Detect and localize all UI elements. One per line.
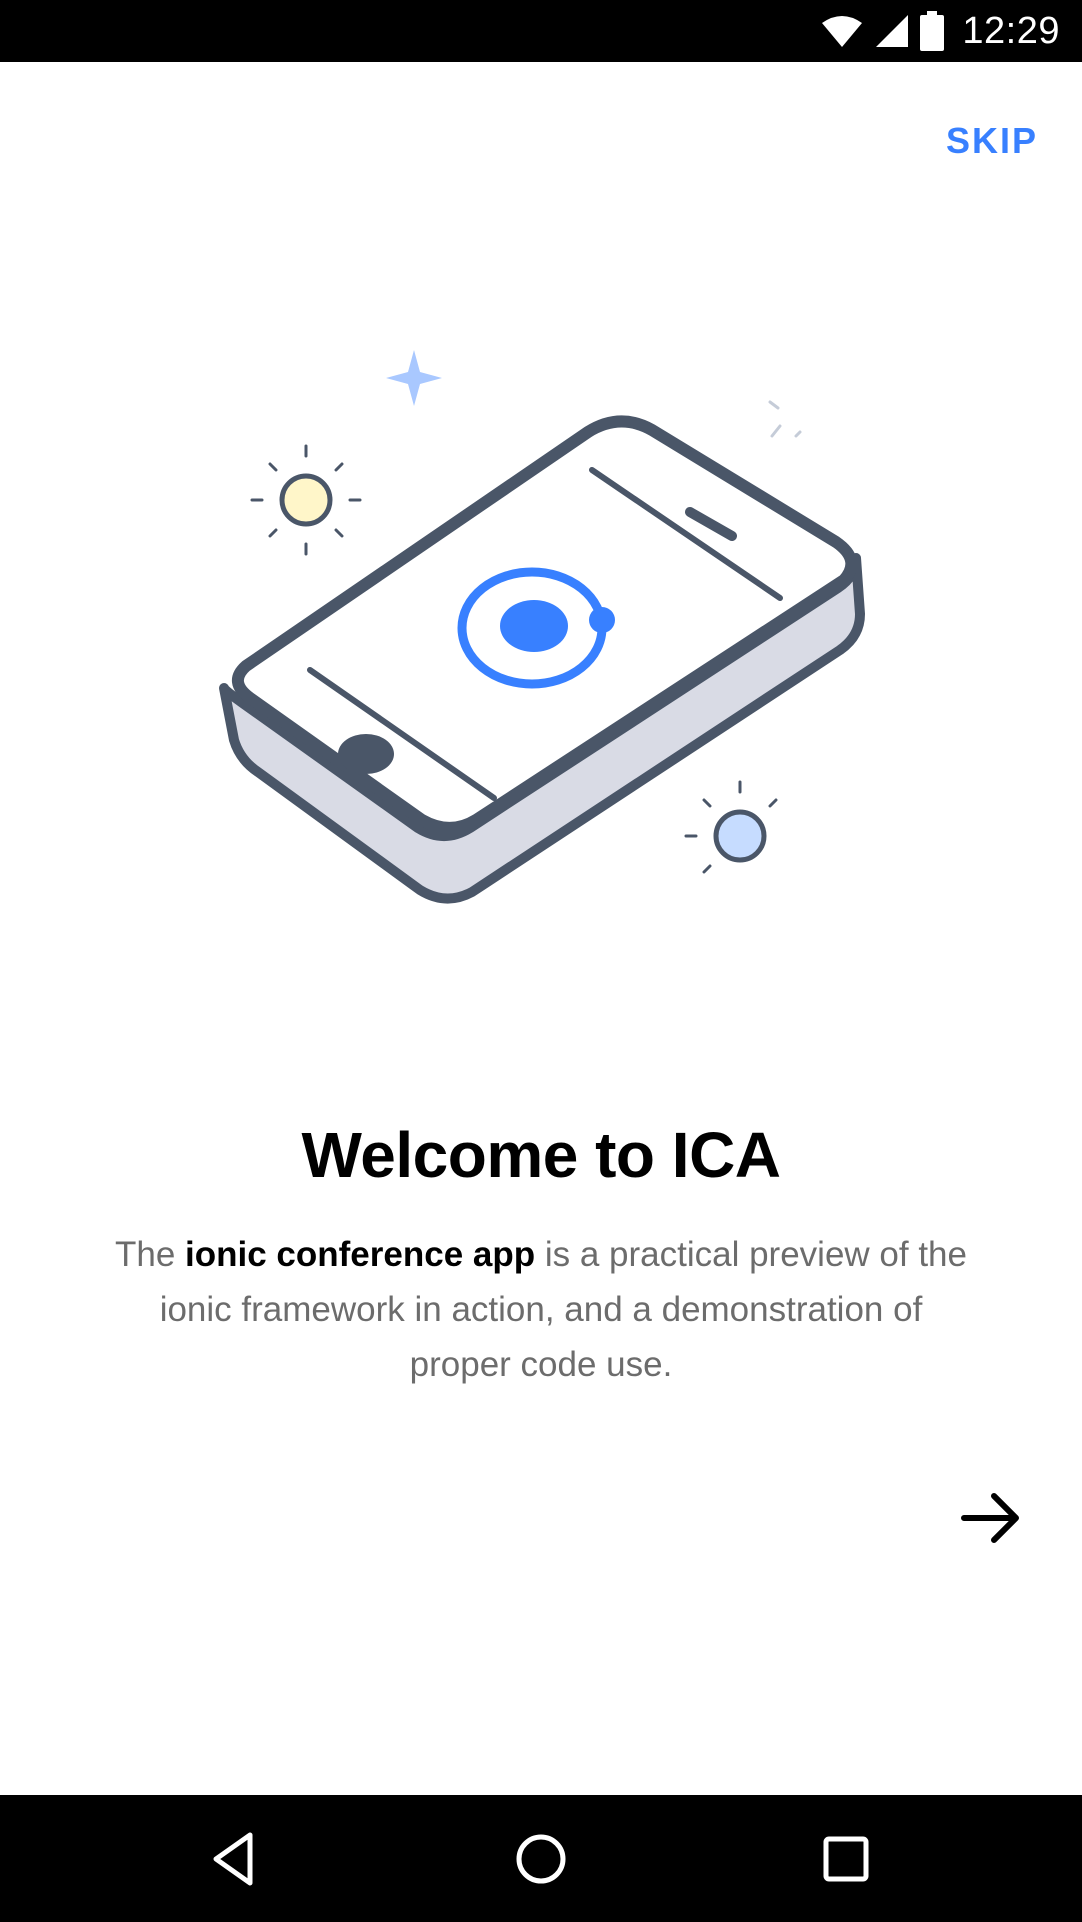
- cell-signal-icon: [876, 15, 909, 47]
- system-navigation-bar: [0, 1795, 1082, 1922]
- slide-description: The ionic conference app is a practical …: [110, 1227, 972, 1392]
- arrow-forward-icon: [961, 1493, 1019, 1543]
- next-slide-button[interactable]: [956, 1482, 1028, 1554]
- battery-icon: [920, 11, 945, 51]
- skip-button[interactable]: SKIP: [942, 112, 1042, 170]
- nav-back-button[interactable]: [204, 1827, 268, 1891]
- sun-blue-icon: [684, 780, 778, 874]
- recents-square-icon: [823, 1836, 869, 1882]
- status-bar: 12:29: [0, 0, 1082, 62]
- nav-home-button[interactable]: [509, 1827, 573, 1891]
- phone-illustration: [219, 350, 865, 904]
- nav-recents-button[interactable]: [814, 1827, 878, 1891]
- home-circle-icon: [516, 1834, 566, 1884]
- slide-title: Welcome to ICA: [301, 1119, 782, 1191]
- dash-marks-decoration: [768, 400, 802, 438]
- sparkle-icon: [386, 350, 442, 406]
- description-app-name: ionic conference app: [185, 1235, 536, 1274]
- back-triangle-icon: [213, 1832, 253, 1886]
- status-time: 12:29: [962, 9, 1060, 52]
- sun-yellow-icon: [250, 444, 362, 556]
- description-prefix: The: [114, 1235, 186, 1274]
- wifi-icon: [822, 16, 863, 47]
